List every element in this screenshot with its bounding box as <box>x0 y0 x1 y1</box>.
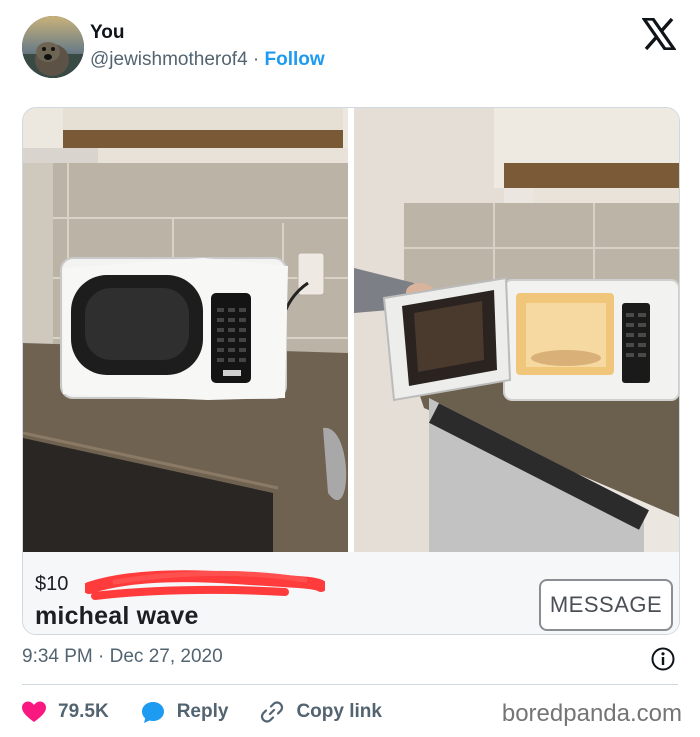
separator-dot: · <box>247 49 265 70</box>
reply-bubble-icon <box>141 702 164 723</box>
separator-line <box>22 684 678 685</box>
listing-photo-microwave-open[interactable] <box>354 108 679 552</box>
follow-button[interactable]: Follow <box>265 49 325 70</box>
handle-row: @jewishmotherof4 · Follow <box>90 49 325 71</box>
listing-info-bar: $10 micheal wave MESSAGE <box>23 552 679 634</box>
message-button[interactable]: MESSAGE <box>539 579 673 631</box>
marketplace-listing-card[interactable]: $10 micheal wave MESSAGE <box>22 107 680 635</box>
like-button[interactable]: 79.5K <box>22 701 109 723</box>
link-icon <box>261 701 284 723</box>
watermark: boredpanda.com <box>501 700 682 727</box>
user-handle[interactable]: @jewishmotherof4 <box>90 49 248 70</box>
reply-label: Reply <box>176 701 229 722</box>
tweet-header: You @jewishmotherof4 · Follow <box>22 16 682 80</box>
reply-button[interactable]: Reply <box>141 700 229 724</box>
heart-icon <box>22 701 46 722</box>
copy-link-button[interactable]: Copy link <box>260 700 382 724</box>
x-logo-icon[interactable] <box>640 17 678 51</box>
redaction-scribble <box>83 568 327 604</box>
like-count: 79.5K <box>58 701 109 722</box>
listing-price: $10 <box>35 573 69 595</box>
listing-photo-microwave-closed[interactable] <box>23 108 348 552</box>
action-bar: 79.5K Reply Copy link <box>22 696 414 728</box>
info-icon[interactable] <box>650 646 676 672</box>
listing-title: micheal wave <box>35 602 199 630</box>
avatar[interactable] <box>22 16 84 78</box>
display-name[interactable]: You <box>90 22 124 44</box>
copy-link-label: Copy link <box>296 701 382 722</box>
tweet-timestamp[interactable]: 9:34 PM · Dec 27, 2020 <box>22 646 223 668</box>
